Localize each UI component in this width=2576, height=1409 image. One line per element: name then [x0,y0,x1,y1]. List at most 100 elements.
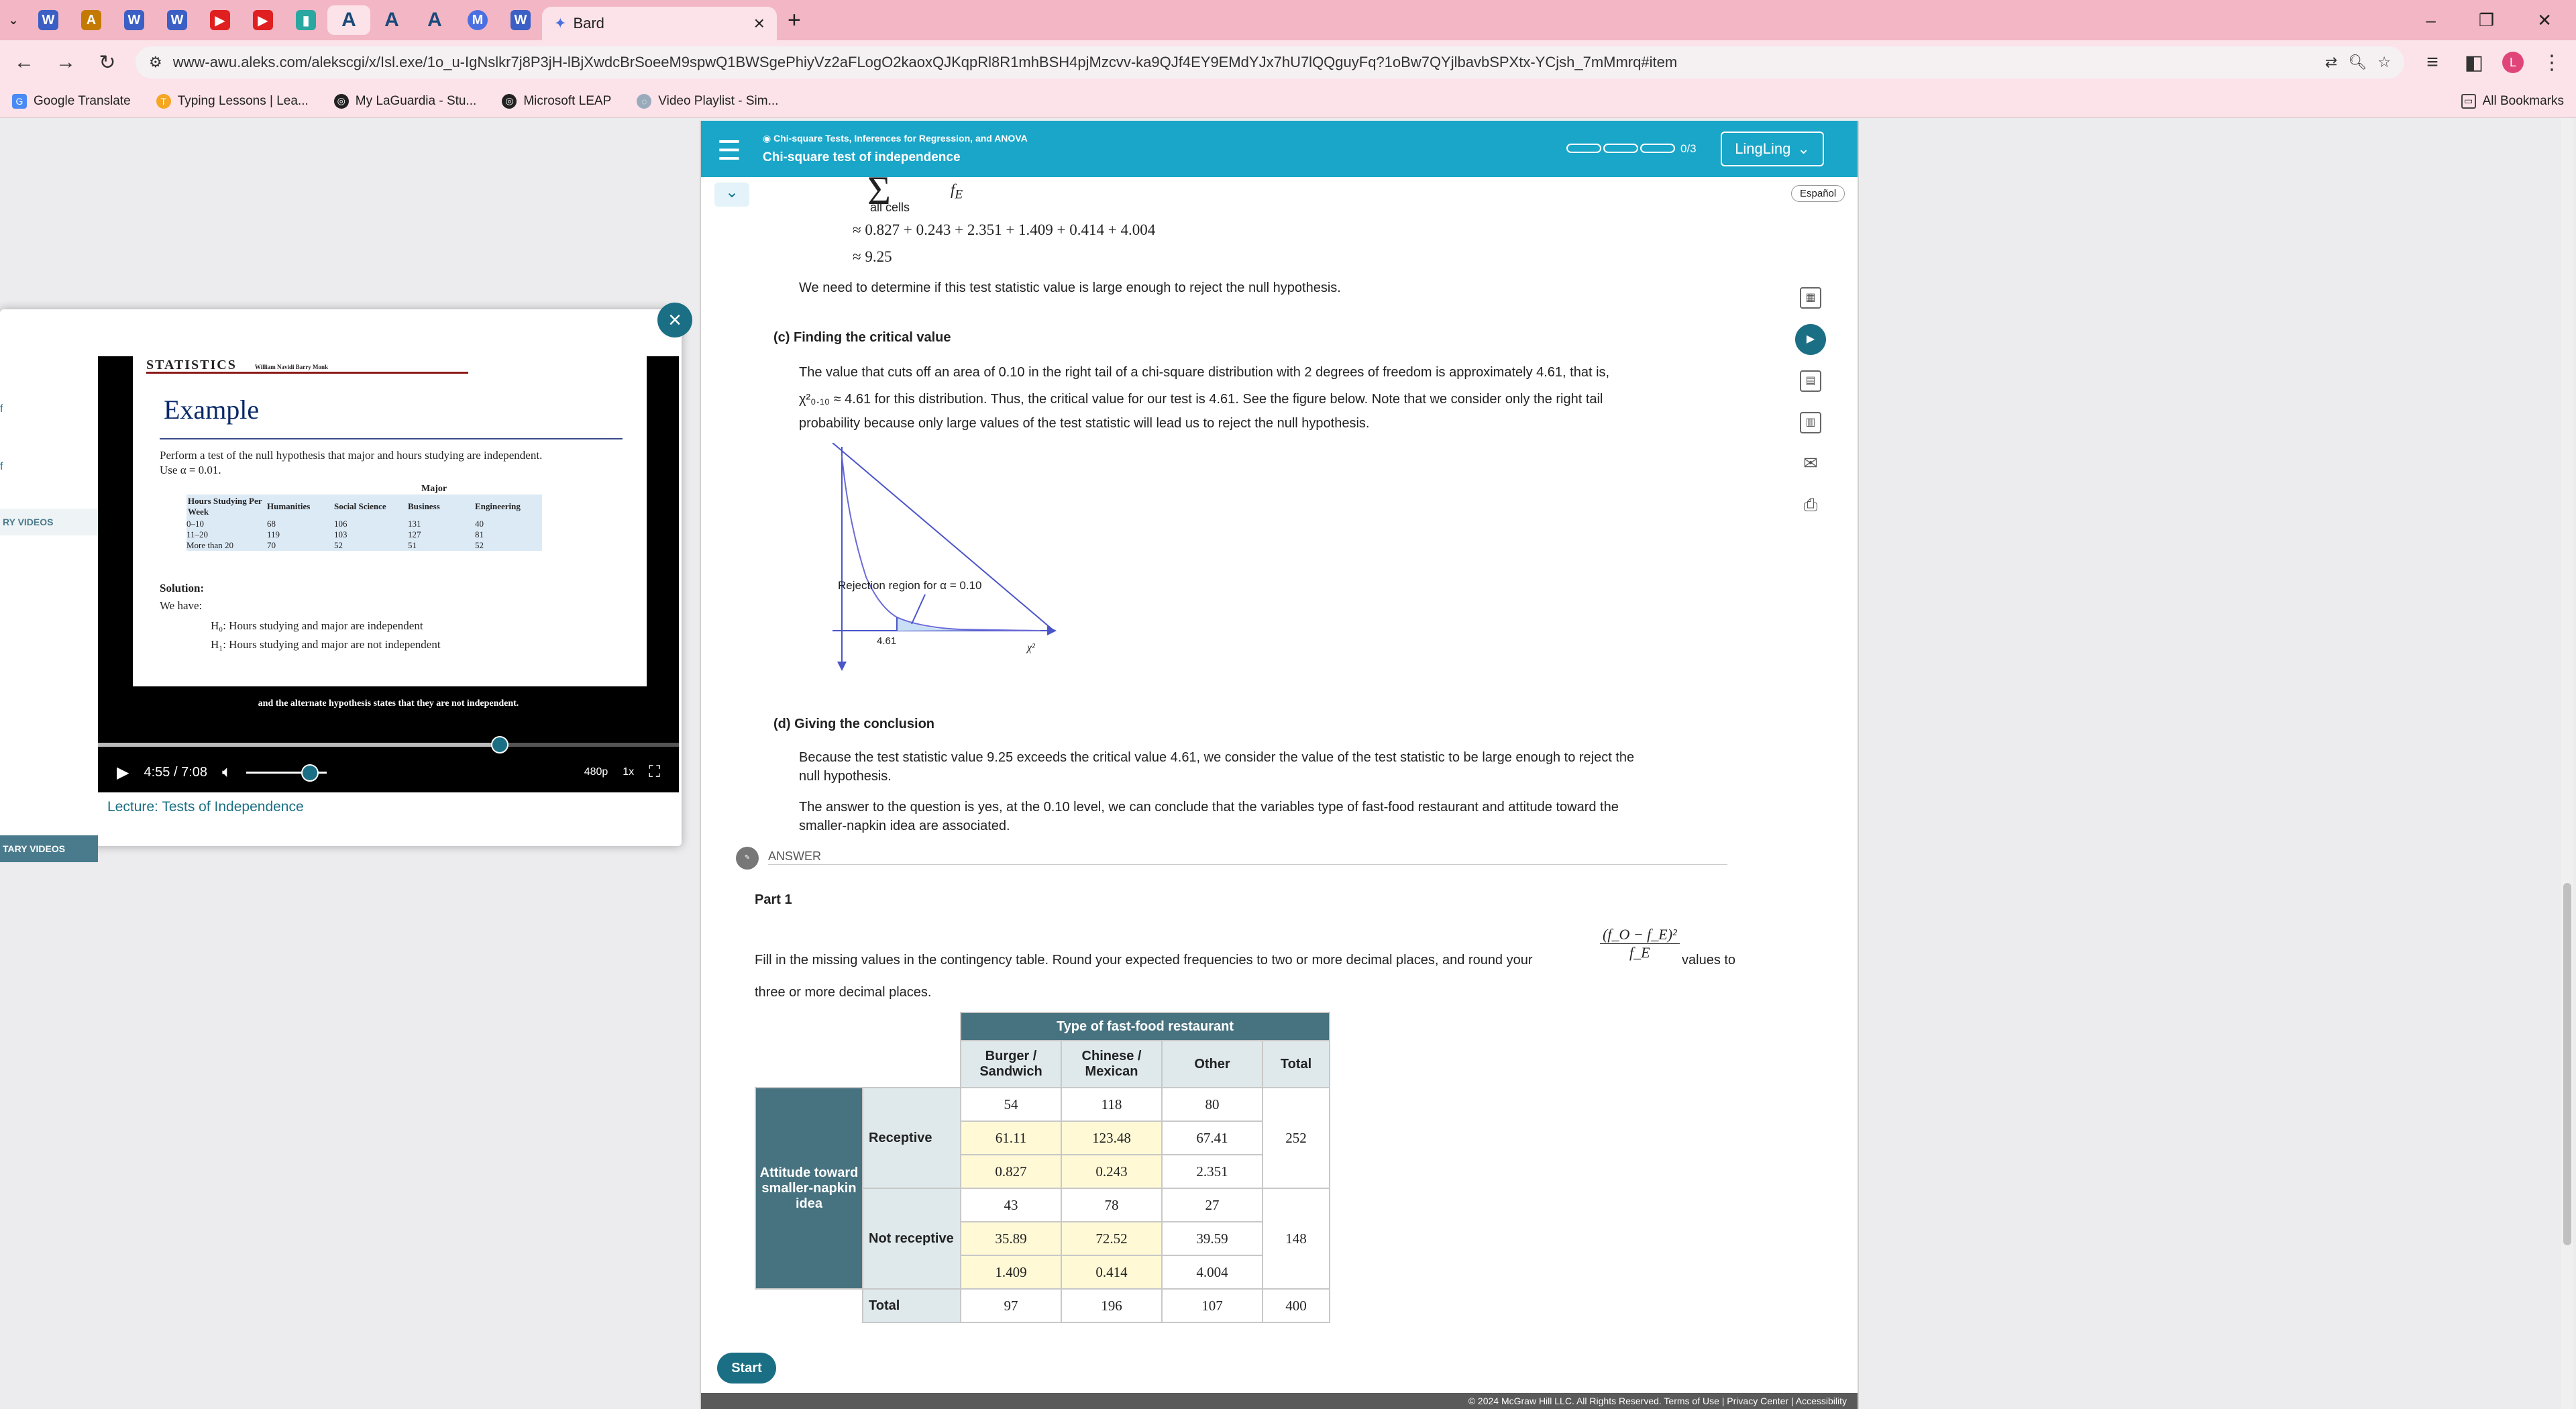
back-icon[interactable]: ← [11,51,38,74]
bookmark-my-laguardia[interactable]: ◎ My LaGuardia - Stu... [333,93,476,109]
bookmark-label: Typing Lessons | Lea... [177,93,309,108]
observed-cell: 27 [1161,1188,1263,1222]
side-nav-section[interactable]: RY VIDEOS [0,509,98,535]
slide-text: Perform a test of the null hypothesis th… [160,449,543,462]
progress-count: 0/3 [1680,142,1697,155]
close-tab-icon[interactable]: × [754,13,765,34]
summation-label: all cells [870,201,910,214]
chi-input[interactable]: 0.414 [1061,1255,1163,1290]
espanol-toggle[interactable]: Español [1791,185,1845,202]
hamburger-menu-icon[interactable]: ☰ [717,136,741,166]
forward-icon[interactable]: → [52,51,79,74]
profile-avatar[interactable]: L [2502,52,2524,73]
seek-handle[interactable] [491,736,508,753]
video-icon[interactable]: ▶ [1795,324,1826,355]
video-caption: and the alternate hypothesis states that… [258,698,519,709]
section-c-line: χ²₀.₁₀ ≈ 4.61 for this distribution. Thu… [799,392,1603,407]
restore-icon[interactable]: ❐ [2479,10,2494,31]
collapse-chevron-button[interactable]: ⌄ [714,182,749,207]
tab-a-4[interactable]: A [413,5,456,35]
bookmark-google-translate[interactable]: G Google Translate [12,93,131,109]
chi-input[interactable]: 1.409 [960,1255,1062,1290]
fullscreen-icon[interactable]: ⛶ [649,763,660,782]
tab-bard[interactable]: ✦ Bard × [542,7,777,40]
tab-a-2[interactable]: A [327,5,370,35]
video-player[interactable]: STATISTICS William Navidi Barry Monk Exa… [98,356,679,792]
zoom-icon[interactable]: 🔍︎ [2348,54,2367,71]
expected-input[interactable]: 72.52 [1061,1221,1163,1256]
total-row-header: Total [862,1288,961,1323]
tab-w-4[interactable]: W [499,5,542,35]
tab-youtube-1[interactable]: ▶ [199,5,241,35]
column-header: Burger / Sandwich [960,1040,1062,1088]
part-title: Part 1 [755,892,792,907]
fe-denominator: fE [951,181,963,203]
side-nav-section[interactable]: TARY VIDEOS [0,835,98,862]
side-nav-item[interactable]: f [0,403,3,415]
bookmark-microsoft-leap[interactable]: ◎ Microsoft LEAP [502,93,611,109]
bookmark-video-playlist[interactable]: ◌ Video Playlist - Sim... [637,93,778,109]
start-button[interactable]: Start [717,1353,776,1384]
slide-td: 52 [475,540,484,550]
translate-icon[interactable]: ⇄ [2325,54,2337,71]
side-nav-item[interactable]: f [0,461,3,473]
minimize-icon[interactable]: – [2426,10,2435,31]
video-side-nav: f f RY VIDEOS TARY VIDEOS [0,370,98,862]
expected-cell: 67.41 [1161,1120,1263,1155]
data-icon[interactable]: ▥ [1800,412,1821,433]
quality-button[interactable]: 480p [584,766,608,778]
tab-w-2[interactable]: W [113,5,156,35]
calculator-icon[interactable]: ▦ [1800,287,1821,309]
reload-icon[interactable]: ↻ [94,51,121,74]
translate-icon: G [12,93,27,109]
expected-input[interactable]: 123.48 [1061,1120,1163,1155]
tab-list-button[interactable]: ⌄ [0,5,27,35]
tab-favicon: A [427,9,442,31]
speed-button[interactable]: 1x [623,766,634,778]
play-icon[interactable]: ▶ [117,763,129,782]
x-axis [832,443,1055,631]
volume-handle[interactable] [301,764,319,782]
chi-input[interactable]: 0.827 [960,1154,1062,1189]
slide-header: STATISTICS William Navidi Barry Monk [146,358,468,374]
browser-tab-bar: ⌄ W A W W ▶ ▶ ▮ A A A M W ✦ Bard × + – ❐… [0,0,2576,40]
chi-sum-result: ≈ 9.25 [853,248,892,265]
tab-w-3[interactable]: W [156,5,199,35]
volume-icon[interactable]: 🔈︎ [222,763,231,782]
chi-input[interactable]: 0.243 [1061,1154,1163,1189]
expected-input[interactable]: 35.89 [960,1221,1062,1256]
page-scrollbar[interactable] [2561,118,2573,1409]
tab-misc[interactable]: ▮ [284,5,327,35]
print-icon[interactable]: ⎙ [1800,495,1821,517]
user-menu-button[interactable]: LingLing ⌄ [1721,132,1824,166]
observed-cell: 43 [960,1188,1062,1222]
side-panel-icon[interactable]: ◧ [2461,51,2487,74]
tab-a-1[interactable]: A [70,5,113,35]
site-info-icon[interactable]: ⚙ [149,54,162,71]
mail-icon[interactable]: ✉ [1800,454,1821,475]
close-window-icon[interactable]: ✕ [2537,10,2552,31]
textbook-icon[interactable]: ▤ [1800,370,1821,392]
bookmark-star-icon[interactable]: ☆ [2377,54,2391,71]
tab-youtube-2[interactable]: ▶ [241,5,284,35]
new-tab-button[interactable]: + [788,7,801,34]
more-menu-icon[interactable]: ⋮ [2538,51,2565,74]
tab-m[interactable]: M [456,5,499,35]
volume-slider[interactable] [246,764,327,782]
slide-td: 103 [334,529,347,539]
tab-a-3[interactable]: A [370,5,413,35]
scrollbar-thumb[interactable] [2563,883,2571,1245]
tab-w-1[interactable]: W [27,5,70,35]
bookmark-typing-lessons[interactable]: T Typing Lessons | Lea... [156,93,309,109]
critical-value-tick: 4.61 [877,635,896,647]
expected-input[interactable]: 61.11 [960,1120,1062,1155]
close-video-icon[interactable]: × [657,303,692,337]
all-bookmarks-button[interactable]: ▭ All Bookmarks [2461,93,2564,109]
chi-cell: 4.004 [1161,1255,1263,1290]
slide-td: More than 20 [186,540,234,550]
video-seek-bar[interactable] [98,736,679,753]
address-bar[interactable]: ⚙ www-awu.aleks.com/alekscgi/x/Isl.exe/1… [136,46,2404,79]
reading-list-icon[interactable]: ≡ [2419,51,2446,74]
slide-td: 68 [267,519,276,529]
slide-table: Hours Studying Per Week Humanities Socia… [186,494,542,551]
